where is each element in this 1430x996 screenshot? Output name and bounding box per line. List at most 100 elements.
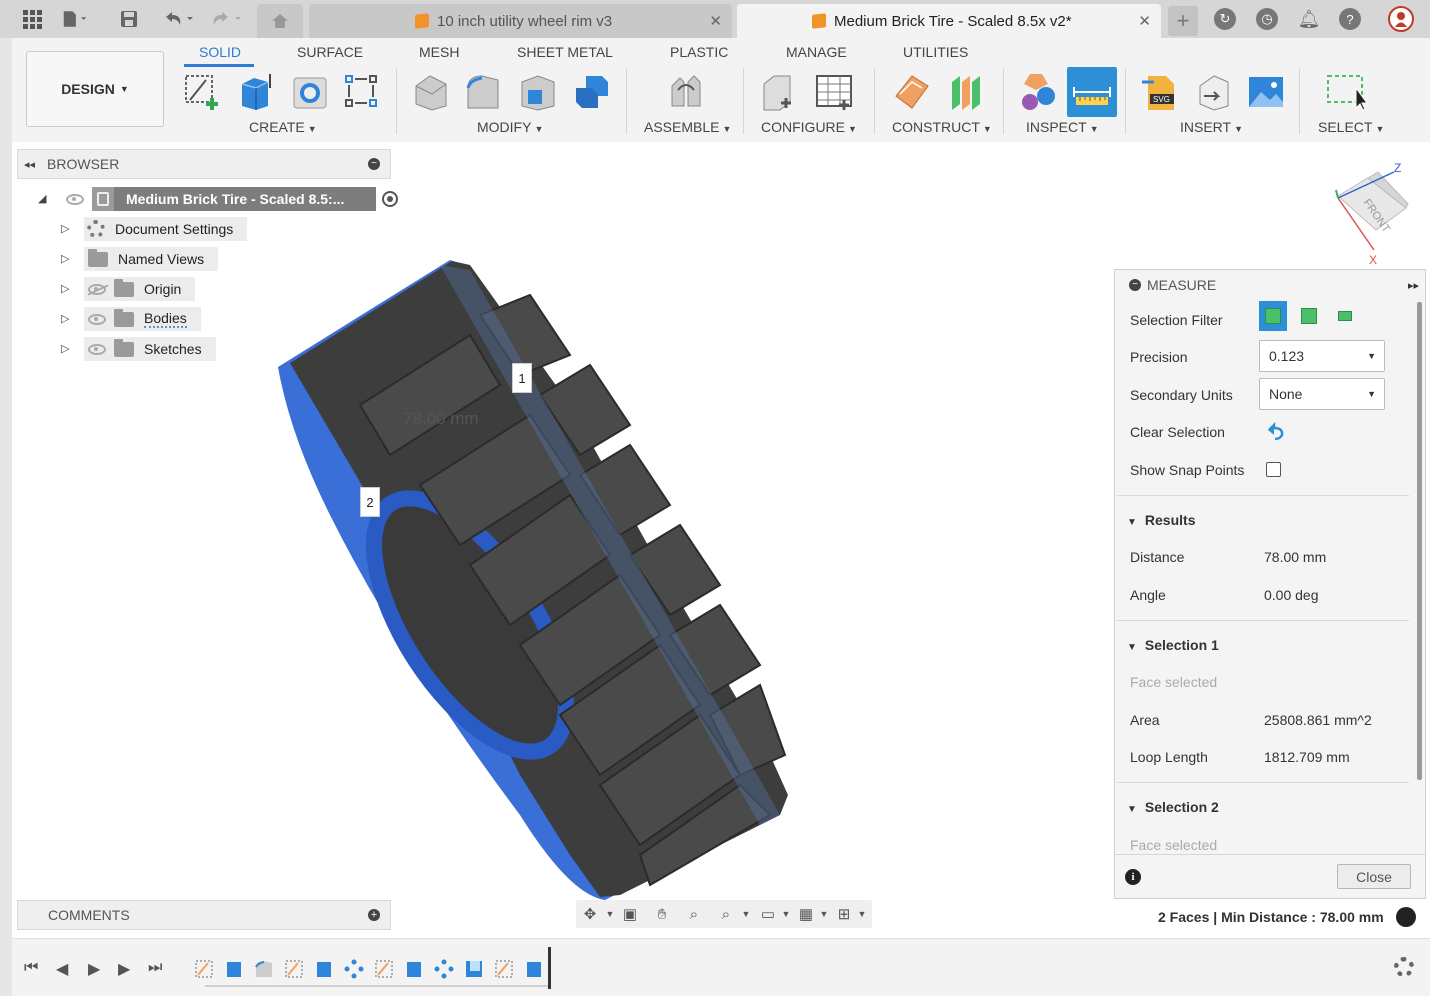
create-sketch-icon[interactable] xyxy=(182,72,222,112)
close-icon[interactable]: ✕ xyxy=(1138,12,1151,30)
step-forward-icon[interactable]: ▶ xyxy=(118,959,130,979)
timeline-sketch-icon[interactable] xyxy=(374,959,394,979)
timeline-pattern-icon[interactable] xyxy=(344,959,364,979)
fillet-icon[interactable] xyxy=(464,72,504,112)
tire-model[interactable] xyxy=(270,255,800,905)
visibility-eye-icon[interactable] xyxy=(66,193,84,205)
browser-panel-header[interactable]: ◂◂ BROWSER − xyxy=(17,149,391,179)
timeline-sketch-icon[interactable] xyxy=(494,959,514,979)
timeline-extrude-icon[interactable] xyxy=(224,959,244,979)
tab-surface[interactable]: SURFACE xyxy=(297,44,363,60)
extensions-icon[interactable]: ↻ xyxy=(1214,8,1236,30)
workspace-design-button[interactable]: DESIGN ▼ xyxy=(26,51,164,127)
select-window-icon[interactable] xyxy=(1326,72,1366,112)
results-section-header[interactable]: ▼ Results xyxy=(1127,512,1195,528)
visibility-eye-icon[interactable] xyxy=(88,343,106,355)
pattern-icon[interactable] xyxy=(342,72,382,112)
tab-sheet-metal[interactable]: SHEET METAL xyxy=(517,44,613,60)
orbit-icon[interactable]: ✥ xyxy=(580,904,600,924)
scrollbar[interactable] xyxy=(1417,302,1422,780)
selection-1-section-header[interactable]: ▼ Selection 1 xyxy=(1127,637,1219,653)
home-tab[interactable] xyxy=(257,4,303,38)
configure-menu[interactable]: CONFIGURE ▼ xyxy=(761,119,857,135)
hidden-eye-icon[interactable] xyxy=(88,283,106,295)
step-back-icon[interactable]: ◀ xyxy=(56,959,68,979)
zoom-icon[interactable]: ⌕ xyxy=(684,904,704,924)
collapse-root-icon[interactable]: ◢ xyxy=(38,192,46,205)
chevron-down-icon[interactable]: ▼ xyxy=(736,904,756,924)
timeline-settings-gear-icon[interactable] xyxy=(1394,957,1414,977)
selection-2-section-header[interactable]: ▼ Selection 2 xyxy=(1127,799,1219,815)
close-button[interactable]: Close xyxy=(1337,864,1411,889)
chevron-down-icon[interactable]: ▼ xyxy=(600,904,620,924)
modify-menu[interactable]: MODIFY ▼ xyxy=(477,119,543,135)
collapse-panel-icon[interactable]: ◂◂ xyxy=(24,158,35,171)
pan-icon[interactable]: ✋︎ xyxy=(652,904,672,924)
insert-svg-icon[interactable]: SVG xyxy=(1140,72,1180,112)
configure-icon[interactable] xyxy=(760,72,800,112)
expand-arrow-icon[interactable]: ▷ xyxy=(61,282,69,295)
status-indicator-icon[interactable] xyxy=(1396,907,1416,927)
timeline-extrude-icon[interactable] xyxy=(314,959,334,979)
expand-arrow-icon[interactable]: ▷ xyxy=(61,222,69,235)
help-icon[interactable]: ? xyxy=(1339,8,1361,30)
job-status-icon[interactable]: ◷ xyxy=(1256,8,1278,30)
timeline-shell-icon[interactable] xyxy=(464,959,484,979)
offset-plane-icon[interactable] xyxy=(892,72,932,112)
insert-canvas-icon[interactable] xyxy=(1246,72,1286,112)
expand-arrow-icon[interactable]: ▷ xyxy=(61,252,69,265)
combine-icon[interactable] xyxy=(572,72,612,112)
undo-icon[interactable] xyxy=(160,6,198,32)
measure-button[interactable] xyxy=(1067,67,1117,117)
visibility-eye-icon[interactable] xyxy=(88,313,106,325)
tab-utilities[interactable]: UTILITIES xyxy=(903,44,968,60)
display-settings-icon[interactable]: ▭ xyxy=(758,904,778,924)
shell-icon[interactable] xyxy=(518,72,558,112)
info-icon[interactable]: i xyxy=(1125,869,1141,885)
minimize-icon[interactable]: − xyxy=(1129,279,1141,291)
timeline-pattern-icon[interactable] xyxy=(434,959,454,979)
midplane-icon[interactable] xyxy=(946,72,986,112)
viewports-icon[interactable]: ⊞ xyxy=(834,904,854,924)
play-icon[interactable]: ▶ xyxy=(88,959,100,979)
select-menu[interactable]: SELECT ▼ xyxy=(1318,119,1384,135)
tab-plastic[interactable]: PLASTIC xyxy=(670,44,728,60)
insert-derive-icon[interactable] xyxy=(1194,72,1234,112)
revolve-icon[interactable] xyxy=(290,72,330,112)
extrude-icon[interactable] xyxy=(236,72,276,112)
look-at-icon[interactable]: ▣ xyxy=(620,904,640,924)
browser-item-named-views[interactable]: Named Views xyxy=(84,247,219,271)
joint-icon[interactable] xyxy=(666,72,706,112)
secondary-units-select[interactable]: None ▼ xyxy=(1259,378,1385,410)
show-snap-points-checkbox[interactable] xyxy=(1266,462,1281,477)
browser-item-origin[interactable]: Origin xyxy=(84,277,196,301)
create-menu[interactable]: CREATE ▼ xyxy=(249,119,317,135)
viewcube[interactable]: FRONT Z X xyxy=(1328,160,1418,265)
precision-select[interactable]: 0.123 ▼ xyxy=(1259,340,1385,372)
configuration-table-icon[interactable] xyxy=(814,72,854,112)
inspect-menu[interactable]: INSPECT ▼ xyxy=(1026,119,1099,135)
go-to-start-icon[interactable]: ⏮︎ xyxy=(24,959,38,977)
measure-header[interactable]: − MEASURE ▸▸ xyxy=(1115,270,1425,300)
chevron-down-icon[interactable]: ▼ xyxy=(852,904,872,924)
chevron-down-icon[interactable]: ▼ xyxy=(814,904,834,924)
browser-root-item[interactable]: Medium Brick Tire - Scaled 8.5:... xyxy=(62,186,398,212)
activate-radio-icon[interactable] xyxy=(382,191,398,207)
timeline-fillet-icon[interactable] xyxy=(254,959,274,979)
insert-menu[interactable]: INSERT ▼ xyxy=(1180,119,1243,135)
comments-panel-header[interactable]: COMMENTS + xyxy=(17,900,391,930)
interference-icon[interactable] xyxy=(1018,72,1058,112)
timeline-track[interactable] xyxy=(205,985,550,987)
avatar[interactable] xyxy=(1388,6,1414,32)
redo-icon[interactable] xyxy=(208,6,246,32)
tab-manage[interactable]: MANAGE xyxy=(786,44,847,60)
tab-mesh[interactable]: MESH xyxy=(419,44,459,60)
chevron-down-icon[interactable]: ▼ xyxy=(776,904,796,924)
expand-arrow-icon[interactable]: ▷ xyxy=(61,312,69,325)
timeline-extrude-icon[interactable] xyxy=(524,959,544,979)
timeline-marker[interactable] xyxy=(548,947,551,989)
browser-item-bodies[interactable]: Bodies xyxy=(84,307,201,331)
filter-edge-button[interactable] xyxy=(1331,301,1359,331)
timeline-sketch-icon[interactable] xyxy=(194,959,214,979)
expand-panel-icon[interactable]: ▸▸ xyxy=(1408,279,1419,292)
